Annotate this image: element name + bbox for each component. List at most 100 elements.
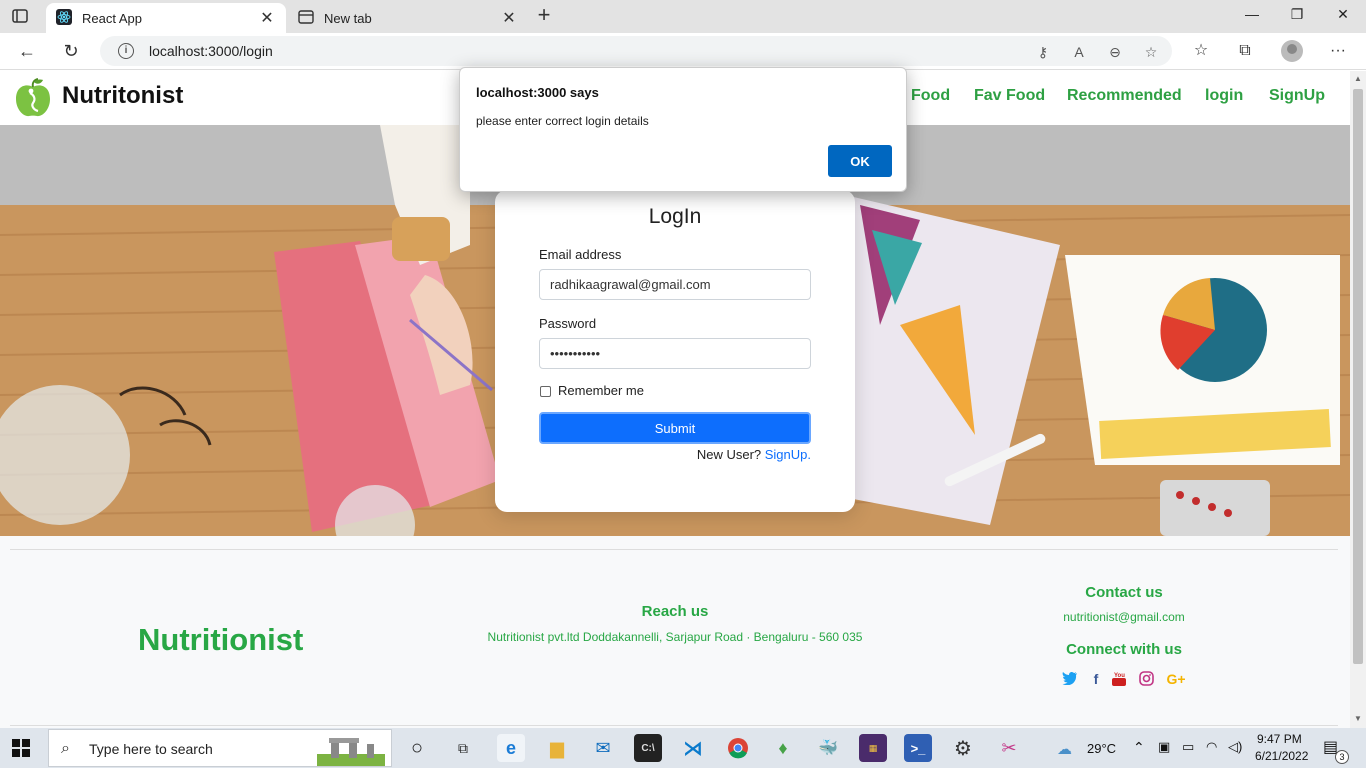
window-close-icon[interactable]: ✕	[1328, 6, 1358, 26]
snipping-tool-icon[interactable]: ✂	[995, 734, 1023, 762]
volume-icon[interactable]: ◁)	[1228, 739, 1242, 755]
password-label: Password	[539, 316, 597, 331]
site-footer: Nutritionist Reach us Nutritionist pvt.l…	[0, 536, 1350, 728]
browser-tab-bar: React App ✕ New tab ✕ + — ❐ ✕	[0, 0, 1366, 33]
windows-start-icon[interactable]	[12, 739, 30, 757]
dialog-ok-button[interactable]: OK	[828, 145, 892, 177]
collections-icon[interactable]: ⧉	[1233, 39, 1257, 63]
new-tab-plus-icon[interactable]: +	[533, 4, 555, 27]
footer-bottom-divider	[10, 725, 1338, 726]
tab-actions-icon[interactable]	[10, 7, 30, 25]
app-game-icon[interactable]: ▦	[859, 734, 887, 762]
settings-gear-icon[interactable]: ⚙	[949, 734, 977, 762]
scroll-up-arrow-icon[interactable]: ▲	[1353, 74, 1363, 84]
mongodb-leaf-icon[interactable]: ♦	[769, 734, 797, 762]
address-toolbar: ← ↻ i localhost:3000/login ⚷ A ⊖ ☆	[0, 33, 1366, 70]
minimize-icon[interactable]: —	[1237, 6, 1267, 26]
task-view-icon[interactable]: ⧉	[449, 734, 477, 762]
more-menu-icon[interactable]: ···	[1326, 39, 1350, 63]
remember-me-label[interactable]: Remember me	[558, 383, 644, 398]
login-card: LogIn Email address Password Remember me…	[495, 190, 855, 512]
windows-taskbar: ⌕ Type here to search ○ ⧉ e ▆ ✉ C:\ ⋊ ♦ …	[0, 728, 1366, 768]
email-label: Email address	[539, 247, 622, 262]
vscode-icon[interactable]: ⋊	[679, 734, 707, 762]
back-arrow-icon[interactable]: ←	[14, 39, 40, 63]
read-aloud-icon[interactable]: A	[1070, 43, 1088, 61]
signup-link[interactable]: SignUp.	[765, 447, 811, 462]
edge-icon[interactable]: e	[497, 734, 525, 762]
search-placeholder: Type here to search	[89, 741, 213, 757]
favorites-icon[interactable]: ☆	[1189, 39, 1213, 63]
new-user-prompt: New User? SignUp.	[697, 447, 811, 462]
reach-us-address: Nutritionist pvt.ltd Doddakannelli, Sarj…	[487, 630, 863, 644]
refresh-icon[interactable]: ↻	[58, 39, 84, 63]
weather-temperature[interactable]: 29°C	[1087, 741, 1116, 756]
brand-name[interactable]: Nutritonist	[62, 82, 183, 110]
nav-link-login[interactable]: login	[1205, 87, 1243, 105]
nav-link-fav-food[interactable]: Fav Food	[974, 87, 1045, 105]
reach-us-heading: Reach us	[641, 603, 709, 620]
youtube-icon[interactable]: You	[1110, 671, 1128, 690]
close-icon[interactable]: ✕	[500, 8, 518, 28]
instagram-icon[interactable]	[1137, 671, 1155, 689]
wifi-icon[interactable]: ◠	[1206, 739, 1217, 755]
tab-title: New tab	[324, 10, 372, 26]
scroll-down-arrow-icon[interactable]: ▼	[1353, 714, 1363, 724]
meet-now-icon[interactable]: ▣	[1158, 739, 1170, 755]
clock-time[interactable]: 9:47 PM	[1257, 732, 1302, 746]
scroll-thumb[interactable]	[1353, 89, 1363, 664]
profile-avatar[interactable]	[1281, 40, 1303, 62]
site-info-icon[interactable]: i	[118, 43, 134, 59]
page-scrollbar[interactable]: ▲ ▼	[1350, 71, 1366, 728]
notification-count-badge: 3	[1335, 750, 1349, 764]
footer-divider	[10, 549, 1338, 550]
tab-title: React App	[82, 10, 142, 26]
clock-date[interactable]: 6/21/2022	[1255, 749, 1308, 763]
tab-react-app[interactable]: React App ✕	[46, 3, 286, 33]
powershell-icon[interactable]: >_	[904, 734, 932, 762]
connect-with-us-heading: Connect with us	[1066, 641, 1182, 658]
google-plus-icon[interactable]: G+	[1164, 671, 1188, 687]
tray-chevron-up-icon[interactable]: ⌃	[1133, 739, 1145, 756]
apple-logo-icon[interactable]	[12, 77, 54, 119]
mail-icon[interactable]: ✉	[589, 734, 617, 762]
close-icon[interactable]: ✕	[258, 8, 276, 28]
search-icon: ⌕	[61, 740, 70, 757]
terminal-icon[interactable]: C:\	[634, 734, 662, 762]
cortana-circle-icon[interactable]: ○	[403, 734, 431, 762]
battery-icon[interactable]: ▭	[1182, 739, 1194, 755]
zoom-out-icon[interactable]: ⊖	[1106, 43, 1124, 61]
restore-icon[interactable]: ❐	[1282, 6, 1312, 26]
nav-link-recommended[interactable]: Recommended	[1067, 87, 1182, 105]
email-field[interactable]	[539, 269, 811, 300]
alert-dialog: localhost:3000 says please enter correct…	[459, 67, 907, 192]
password-field[interactable]	[539, 338, 811, 369]
twitter-icon[interactable]	[1061, 671, 1079, 688]
weather-cloud-icon[interactable]: ☁	[1057, 740, 1072, 758]
login-title: LogIn	[648, 205, 702, 228]
svg-text:You: You	[1114, 673, 1125, 679]
address-bar[interactable]: i localhost:3000/login ⚷ A ⊖ ☆	[100, 36, 1172, 66]
contact-email[interactable]: nutritionist@gmail.com	[1024, 610, 1224, 624]
footer-brand: Nutritionist	[138, 622, 304, 657]
key-icon[interactable]: ⚷	[1034, 43, 1052, 61]
nav-link-signup[interactable]: SignUp	[1269, 87, 1325, 105]
add-favorite-icon[interactable]: ☆	[1142, 43, 1160, 61]
remember-me-checkbox[interactable]	[540, 386, 551, 397]
contact-us-heading: Contact us	[1085, 584, 1163, 601]
new-user-text: New User?	[696, 447, 762, 462]
nav-link-food[interactable]: Food	[911, 87, 950, 105]
dialog-title: localhost:3000 says	[476, 85, 599, 100]
url-text[interactable]: localhost:3000/login	[149, 43, 273, 59]
chrome-icon[interactable]	[724, 734, 752, 762]
facebook-icon[interactable]: f	[1087, 671, 1105, 687]
submit-button[interactable]: Submit	[539, 412, 811, 444]
taskbar-search-box[interactable]: ⌕ Type here to search	[48, 729, 392, 767]
dialog-message: please enter correct login details	[476, 114, 649, 128]
search-highlight-illustration-icon	[317, 734, 385, 769]
react-logo-icon	[56, 8, 72, 28]
file-explorer-icon[interactable]: ▆	[543, 734, 571, 762]
tab-new-tab[interactable]: New tab ✕	[288, 3, 528, 33]
docker-icon[interactable]: 🐳	[814, 734, 842, 762]
new-tab-page-icon	[298, 9, 314, 27]
